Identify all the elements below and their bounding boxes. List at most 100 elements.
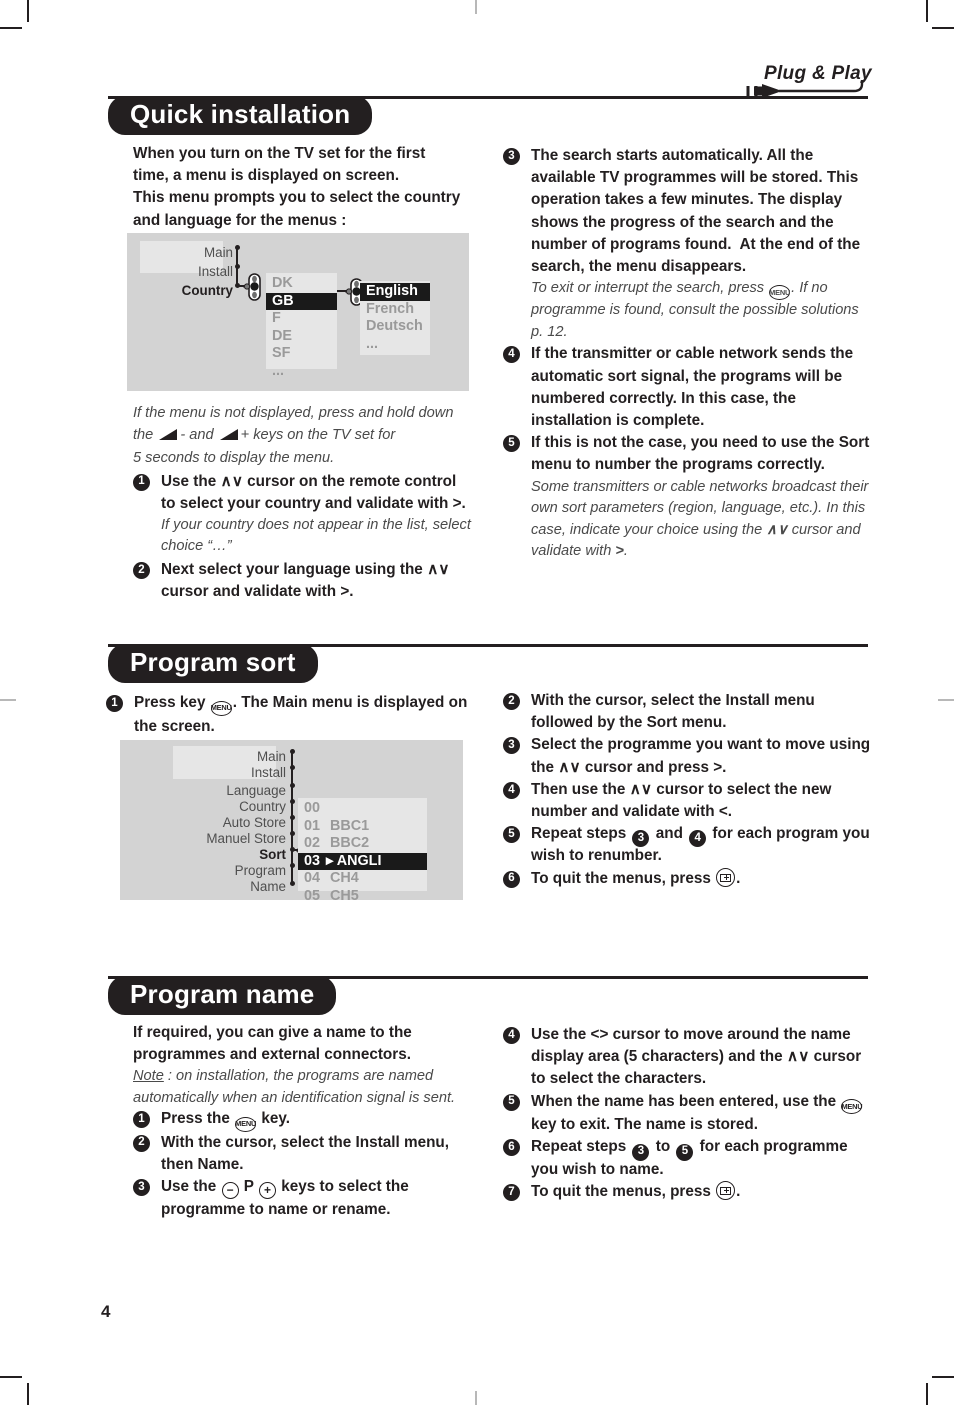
left-right-cursor-icon: <> (590, 1026, 609, 1043)
language-row-selected[interactable]: English (360, 283, 430, 301)
step-item: 7 To quit the menus, press . (503, 1180, 875, 1203)
step-text: To quit the menus, press . (531, 867, 741, 887)
step-item: 5 When the name has been entered, use th… (503, 1091, 875, 1137)
step-number: 6 (503, 1139, 520, 1157)
step-text: Next select your language using the ∧∨ c… (161, 560, 450, 601)
plug-and-play-logo: Plug & Play (746, 62, 876, 108)
step-number: 3 (133, 1179, 150, 1196)
diagram-dot (290, 765, 295, 770)
step-item: 6 To quit the menus, press . (503, 867, 875, 890)
step-item: 2 With the cursor, select the Install me… (503, 690, 875, 734)
program-name-intro: If required, you can give a name to the … (133, 1022, 473, 1066)
step-text: Select the programme you want to move us… (531, 736, 871, 776)
country-row[interactable]: SF (266, 345, 337, 363)
install-menu-label: Install (355, 1133, 400, 1151)
right-cursor-icon: > (615, 543, 624, 560)
program-row[interactable]: 01 BBC1 (298, 818, 427, 836)
crop-mark-top-right-h (932, 27, 954, 29)
step-note: Some transmitters or cable networks broa… (531, 478, 869, 560)
step-item: 3 The search starts automatically. All t… (503, 145, 873, 278)
screen-format-key-icon (716, 1180, 736, 1200)
diagram-dot (290, 749, 295, 754)
program-row[interactable]: 00 (298, 800, 427, 818)
step-text: Press the MENU key. (161, 1110, 290, 1132)
country-list: DK GB F DE SF ... (266, 275, 337, 381)
language-row: ... (366, 335, 378, 352)
language-row[interactable]: Deutsch (360, 318, 430, 336)
step-item: 6 Repeat steps 3 to 5 for each programme… (503, 1136, 875, 1180)
intro-line-1: If required, you can give a name to the (133, 1024, 412, 1041)
program-row-selected[interactable]: 03 ▸ ANGLI (298, 852, 427, 871)
step-text: Use the ∧∨ cursor on the remote control … (161, 472, 466, 512)
diagram-label-auto-store: Auto Store (222, 815, 286, 830)
program-sort-left-column: 1 Press key MENU. The Main menu is displ… (106, 692, 476, 738)
program-down-key-icon: − (221, 1181, 239, 1199)
step-item: 2 With the cursor, select the Install me… (133, 1132, 473, 1176)
main-menu-label: Main menu (272, 694, 353, 711)
step-item: 2 Next select your language using the ∧∨… (133, 559, 473, 603)
program-name-left-steps: 1 Press the MENU key. 2 With the cursor,… (133, 1108, 473, 1221)
diagram-dot (290, 783, 295, 788)
program-name-right-column: 4 Use the <> cursor to move around the n… (503, 1024, 875, 1203)
program-row[interactable]: 04 CH4 (298, 870, 427, 888)
move-arrow-icon: ▸ (326, 852, 334, 869)
country-row: ... (272, 362, 284, 379)
diagram-dot (290, 799, 295, 804)
step-text: If the transmitter or cable network send… (531, 345, 854, 430)
up-down-cursor-icon: ∧∨ (786, 1048, 810, 1066)
diagram-label-install: Install (251, 765, 286, 780)
step-number: 1 (106, 695, 123, 712)
step-number: 3 (503, 737, 520, 755)
diagram-label-main: Main (256, 749, 286, 764)
plug-cord-icon (746, 80, 864, 98)
step-ref-number: 4 (689, 830, 707, 848)
crop-mark-bottom-right-h (932, 1376, 954, 1378)
step-note-text: If your country does not appear in the l… (161, 516, 471, 555)
program-list: 00 01 BBC1 02 BBC2 03 ▸ ANGLI 04 CH4 05 CH5 (298, 800, 427, 906)
crop-mark-bottom-left-v (27, 1383, 29, 1405)
country-row[interactable]: F (266, 310, 337, 328)
diagram-label-sort: Sort (259, 847, 286, 862)
diagram-dot (290, 881, 295, 886)
country-row[interactable]: DK (266, 275, 337, 293)
program-number: 05 (304, 887, 321, 904)
step-item: 4 If the transmitter or cable network se… (503, 343, 873, 432)
volume-down-icon (158, 427, 179, 449)
step-number: 7 (503, 1183, 520, 1201)
section-title-program-sort: Program sort (108, 644, 318, 684)
program-up-key-icon: + (258, 1181, 276, 1199)
country-row-selected[interactable]: GB (266, 292, 337, 311)
step-text: With the cursor, select the Install menu… (531, 692, 815, 732)
step-text: Press key MENU. The Main menu is display… (134, 694, 468, 735)
program-number: 00 (304, 800, 321, 816)
quick-installation-left-column: When you turn on the TV set for the firs… (133, 143, 473, 232)
program-row[interactable]: 02 BBC2 (298, 835, 427, 853)
diagram-label-country: Country (181, 283, 233, 298)
step-ref-number: 3 (632, 830, 650, 848)
step-text: When the name has been entered, use the … (531, 1092, 863, 1134)
diagram-dot (290, 831, 295, 836)
program-row[interactable]: 05 CH5 (298, 888, 427, 906)
program-name: ANGLI (336, 852, 382, 869)
crop-mark-mid-right (938, 699, 954, 701)
left-cursor-icon: < (718, 803, 728, 821)
step-number: 6 (503, 870, 520, 888)
diagram-label-country: Country (239, 799, 286, 814)
diagram-label-install: Install (198, 264, 233, 279)
language-list: English French Deutsch ... (360, 283, 430, 353)
intro-line-1: When you turn on the TV set for the firs… (133, 145, 426, 162)
country-row[interactable]: DE (266, 328, 337, 346)
manual-page: Plug & Play Quick installation When you … (0, 0, 954, 1405)
intro-line-2: time, a menu is displayed on screen. (133, 167, 400, 185)
volume-up-icon (219, 427, 240, 449)
step-number: 5 (503, 826, 520, 844)
language-row[interactable]: French (360, 301, 430, 319)
diagram-label-manuel-store: Manuel Store (206, 831, 286, 846)
diagram-label-language: Language (226, 783, 286, 798)
step-item: 4 Then use the ∧∨ cursor to select the n… (503, 779, 875, 823)
program-name: CH4 (330, 870, 359, 887)
step-text: Then use the ∧∨ cursor to select the new… (531, 780, 832, 821)
menu-key-icon: MENU (769, 285, 790, 301)
right-cursor-icon: > (340, 583, 350, 601)
program-number: 03 (304, 852, 321, 869)
